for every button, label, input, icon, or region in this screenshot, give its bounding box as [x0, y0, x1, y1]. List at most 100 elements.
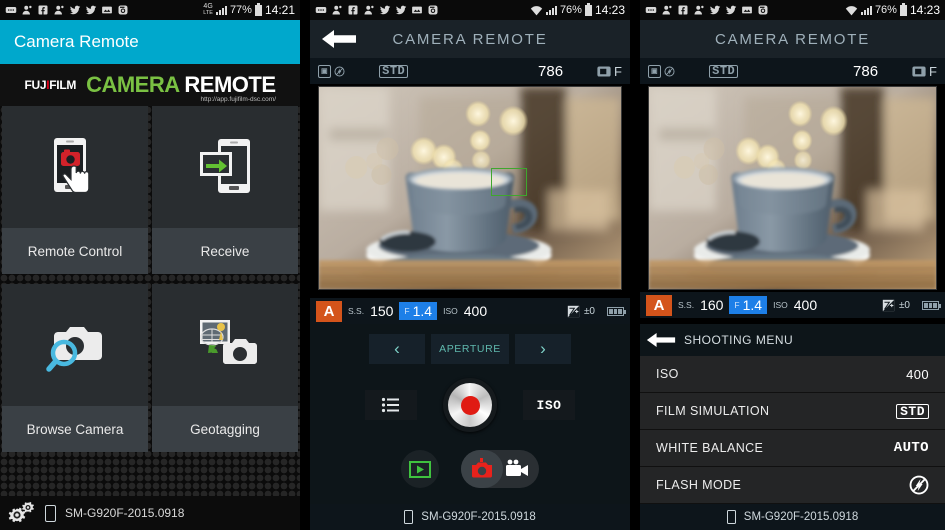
back-arrow-icon[interactable] — [320, 27, 358, 51]
home-footer-bar: SM-G920F-2015.0918 — [0, 496, 300, 530]
contact-icon — [662, 5, 672, 15]
app-title-bar: Camera Remote — [0, 20, 300, 64]
panel-home-screen: 4G LTE 77% 14:21 Camera Remote FUJIFILM … — [0, 0, 300, 530]
phone-icon — [726, 510, 736, 524]
menu-row-iso[interactable]: ISO 400 — [640, 356, 945, 393]
contact-icon — [364, 5, 374, 15]
capture-mode-toggle[interactable] — [461, 450, 539, 488]
live-view-viewport[interactable] — [310, 84, 630, 292]
aperture-chip[interactable]: F 1.4 — [729, 296, 768, 314]
signal-strength-icon — [215, 5, 227, 15]
media-slot-label: F — [929, 63, 937, 79]
live-view-viewport[interactable] — [640, 84, 945, 292]
media-slot-label: F — [614, 63, 622, 79]
status-bar-notification-icons — [5, 4, 129, 16]
film-simulation-badge: STD — [709, 64, 739, 78]
aperture-control-label[interactable]: APERTURE — [431, 334, 509, 364]
shooting-mode-badge: A — [316, 300, 342, 322]
transfer-to-phone-icon — [152, 106, 298, 228]
mode-row — [310, 450, 630, 488]
menu-row-flash-mode[interactable]: FLASH MODE — [640, 467, 945, 504]
iso-value: 400 — [793, 297, 818, 313]
image-icon — [742, 6, 752, 14]
aperture-chip[interactable]: F 1.4 — [399, 302, 438, 320]
tile-browse-camera[interactable]: Browse Camera — [2, 284, 148, 452]
iso-label: ISO — [773, 300, 788, 310]
iso-value: 400 — [463, 303, 488, 319]
shutter-record-dot — [460, 395, 480, 415]
panel-remote-shooting: 76% 14:23 CAMERA REMOTE ▣ STD 786 F A S.… — [310, 0, 630, 530]
shutter-speed-value: 150 — [370, 303, 394, 319]
white-balance-value: AUTO — [893, 440, 929, 456]
tile-receive[interactable]: Receive — [152, 106, 298, 274]
menu-row-film-simulation[interactable]: FILM SIMULATION STD — [640, 393, 945, 430]
flash-mode-value — [909, 475, 929, 495]
shutter-speed-label: S.S. — [678, 300, 695, 310]
panel-divider — [630, 0, 640, 530]
status-bar: 4G LTE 77% 14:21 — [0, 0, 300, 20]
menu-row-label: WHITE BALANCE — [656, 441, 764, 455]
back-arrow-icon[interactable] — [646, 330, 676, 350]
status-bar: 76% 14:23 — [310, 0, 630, 20]
shutter-release-button[interactable] — [443, 378, 497, 432]
aperture-next-button[interactable]: › — [515, 334, 571, 364]
aperture-value: 1.4 — [742, 297, 763, 313]
movie-camera-icon[interactable] — [505, 459, 531, 479]
frames-remaining-label: 786 — [538, 62, 564, 80]
film-simulation-badge: STD — [379, 64, 409, 78]
connected-device-label: SM-G920F-2015.0918 — [65, 506, 185, 520]
aperture-label: F — [734, 300, 740, 310]
banner-title: CAMERA REMOTE — [86, 72, 276, 97]
capture-mode-knob[interactable] — [461, 450, 503, 488]
exposure-bar: A S.S. 150 F 1.4 ISO 400 ±0 — [310, 298, 630, 324]
playback-icon — [409, 460, 431, 478]
aperture-label: F — [404, 306, 410, 316]
message-icon — [315, 7, 327, 13]
battery-icon — [899, 2, 907, 16]
tile-row-1: Remote Control Receive — [0, 106, 300, 274]
message-icon — [645, 7, 657, 13]
camera-info-bar: ▣ STD 786 F — [640, 58, 945, 84]
twitter-icon — [85, 5, 97, 15]
camera-battery-icon — [922, 300, 941, 310]
film-simulation-badge: STD — [896, 403, 929, 419]
focus-frame[interactable] — [491, 167, 528, 196]
shooting-menu-header[interactable]: SHOOTING MENU — [640, 324, 945, 356]
frames-remaining-label: 786 — [853, 62, 879, 80]
geotag-camera-icon — [152, 284, 298, 406]
shooting-menu-button[interactable] — [365, 390, 417, 420]
remote-footer-bar: SM-G920F-2015.0918 — [640, 504, 945, 530]
shutter-speed-label: S.S. — [348, 306, 365, 316]
contact-icon — [54, 5, 64, 15]
coffee-cup-bokeh-photo[interactable] — [648, 86, 937, 290]
playback-button[interactable] — [401, 450, 439, 488]
exposure-bar: A S.S. 160 F 1.4 ISO 400 ±0 — [640, 292, 945, 318]
menu-row-white-balance[interactable]: WHITE BALANCE AUTO — [640, 430, 945, 467]
tile-geotagging[interactable]: Geotagging — [152, 284, 298, 452]
remote-title: CAMERA REMOTE — [392, 30, 548, 48]
exposure-compensation-group[interactable]: ±0 — [882, 299, 910, 312]
settings-gears-icon[interactable] — [6, 501, 36, 525]
status-bar: 76% 14:23 — [640, 0, 945, 20]
coffee-cup-bokeh-photo[interactable] — [318, 86, 622, 290]
tile-remote-control[interactable]: Remote Control — [2, 106, 148, 274]
image-icon — [102, 6, 112, 14]
clock-label: 14:23 — [594, 3, 625, 17]
status-bar-system-icons: 4G LTE 77% 14:21 — [203, 2, 295, 17]
iso-button[interactable]: ISO — [523, 390, 575, 420]
remote-footer-bar: SM-G920F-2015.0918 — [310, 504, 630, 530]
battery-icon — [584, 2, 592, 16]
exposure-compensation-group[interactable]: ±0 — [567, 305, 595, 318]
aperture-previous-button[interactable]: ‹ — [369, 334, 425, 364]
home-tile-grid: Remote Control Receive Browse Camera Geo… — [0, 106, 300, 496]
shutter-dial — [448, 383, 492, 427]
battery-percent-label: 76% — [874, 4, 897, 16]
battery-percent-label: 77% — [229, 4, 252, 16]
aperture-stepper: ‹ APERTURE › — [310, 324, 630, 364]
sd-card-icon: F — [912, 64, 937, 79]
wifi-icon — [530, 5, 543, 15]
screenshot-root: 4G LTE 77% 14:21 Camera Remote FUJIFILM … — [0, 0, 945, 530]
remote-title-bar: CAMERA REMOTE — [640, 20, 945, 58]
network-type-icon: 4G LTE — [203, 3, 213, 16]
twitter-icon — [69, 5, 81, 15]
